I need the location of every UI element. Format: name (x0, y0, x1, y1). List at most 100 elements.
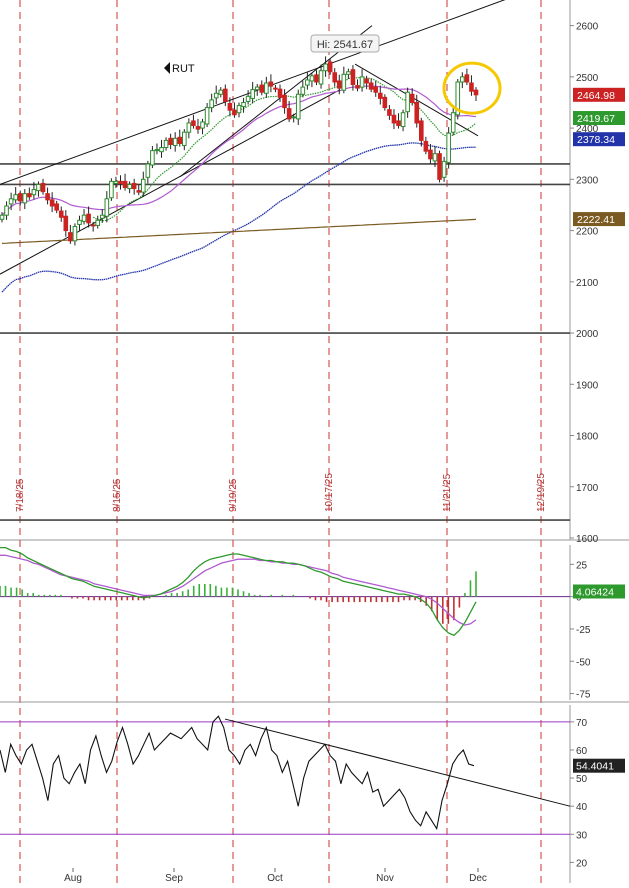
candle-body (441, 160, 447, 178)
rsi-tick-label: 70 (576, 718, 588, 729)
candle-body (327, 61, 333, 73)
x-tick-label: Oct (267, 873, 283, 883)
high-callout: Hi: 2541.67 (310, 34, 380, 53)
candle-body (8, 198, 14, 205)
x-tick-label: Sep (165, 873, 183, 883)
price-tick-label: 2200 (576, 227, 599, 238)
candle-body (13, 194, 18, 201)
event-date-label: 12/19/25 (536, 473, 547, 512)
candle-body (40, 182, 46, 193)
rsi-tick-label: 50 (576, 774, 588, 785)
candle-body (268, 81, 274, 87)
candle-body (113, 180, 119, 184)
candle-body (464, 74, 470, 83)
candle-body (241, 101, 246, 108)
price-tick-label: 2500 (576, 73, 599, 84)
symbol-pointer-icon (164, 62, 170, 74)
candle-body (209, 99, 214, 109)
price-tag-label: 2419.67 (577, 113, 615, 125)
candle-body (291, 116, 296, 119)
candle-body (387, 109, 392, 116)
candle-body (182, 131, 187, 147)
candle-body (140, 178, 146, 193)
candle-body (373, 86, 379, 93)
rsi-trend-line (224, 718, 571, 807)
price-tick-label: 2100 (576, 278, 599, 289)
candle-body (72, 225, 78, 242)
candle-body (159, 147, 164, 153)
price-tick-label: 2300 (576, 175, 599, 186)
candle-body (295, 93, 301, 120)
rsi-tick-label: 30 (576, 830, 588, 841)
macd-value-label: 4.06424 (576, 587, 614, 599)
candle-body (236, 105, 242, 114)
candle-body (318, 70, 324, 85)
candle-body (277, 88, 283, 98)
candle-body (63, 215, 69, 232)
macd-tick-label: -50 (576, 657, 591, 668)
candle-body (58, 210, 64, 218)
candle-body (86, 213, 91, 224)
candle-body (36, 183, 41, 192)
candle-body (259, 84, 265, 93)
macd-tick-label: -25 (576, 625, 591, 636)
candle-body (273, 87, 278, 90)
price-tag-label: 2378.34 (577, 134, 615, 146)
candle-body (131, 182, 137, 190)
candle-body (136, 190, 142, 193)
event-date-label: 7/18/25 (15, 478, 26, 512)
event-date-label: 10/17/25 (324, 473, 335, 512)
price-tick-label: 2000 (576, 329, 599, 340)
candle-body (264, 82, 269, 94)
candle-body (191, 120, 196, 127)
symbol-label: RUT (172, 63, 195, 75)
candle-body (245, 95, 251, 102)
x-tick-label: Nov (376, 873, 394, 883)
candle-body (300, 86, 306, 95)
candle-body (432, 153, 438, 162)
chart-svg: 7/18/25 8/15/25 9/19/25 10/17/25 11/21/25 12/… (0, 0, 629, 884)
candle-body (377, 92, 383, 99)
candle-body (81, 214, 87, 222)
stock-chart: 7/18/25 8/15/25 9/19/25 10/17/25 11/21/25 12/… (0, 0, 629, 884)
x-tick-label: Dec (469, 873, 487, 883)
price-tag-label: 2222.41 (577, 214, 615, 226)
candle-body (49, 199, 55, 207)
candle-body (127, 183, 132, 190)
candle-body (17, 193, 23, 202)
candle-body (341, 73, 347, 91)
candle-body (122, 180, 128, 189)
candle-body (163, 139, 169, 149)
candle-body (150, 150, 155, 166)
candle-body (186, 122, 192, 133)
candle-body (336, 80, 342, 89)
candle-body (68, 232, 73, 242)
candle-body (473, 89, 479, 96)
candle-body (22, 193, 28, 204)
candle-body (45, 193, 50, 201)
candle-body (305, 79, 310, 86)
ma-long-line (1, 142, 477, 293)
candle-body (204, 107, 210, 125)
candle-body (90, 224, 96, 227)
candle-body (368, 82, 374, 90)
candle-body (104, 198, 110, 217)
event-date-label: 11/21/25 (442, 473, 453, 512)
price-tick-label: 1700 (576, 483, 599, 494)
candle-body (232, 109, 237, 116)
candle-body (77, 219, 82, 225)
candle-body (27, 193, 32, 198)
candle-body (286, 108, 292, 120)
candle-body (400, 112, 406, 128)
price-tick-label: 1900 (576, 380, 599, 391)
candle-body (405, 91, 410, 113)
candle-body (469, 82, 474, 92)
symbol-marker: RUT (164, 62, 195, 75)
event-date-label: 9/19/25 (228, 478, 239, 512)
price-tag-label: 2464.98 (577, 90, 615, 102)
candle-body (409, 93, 415, 103)
candle-body (95, 219, 101, 226)
macd-tick-label: 25 (576, 560, 588, 571)
candle-body (460, 76, 465, 83)
candle-body (396, 120, 401, 127)
